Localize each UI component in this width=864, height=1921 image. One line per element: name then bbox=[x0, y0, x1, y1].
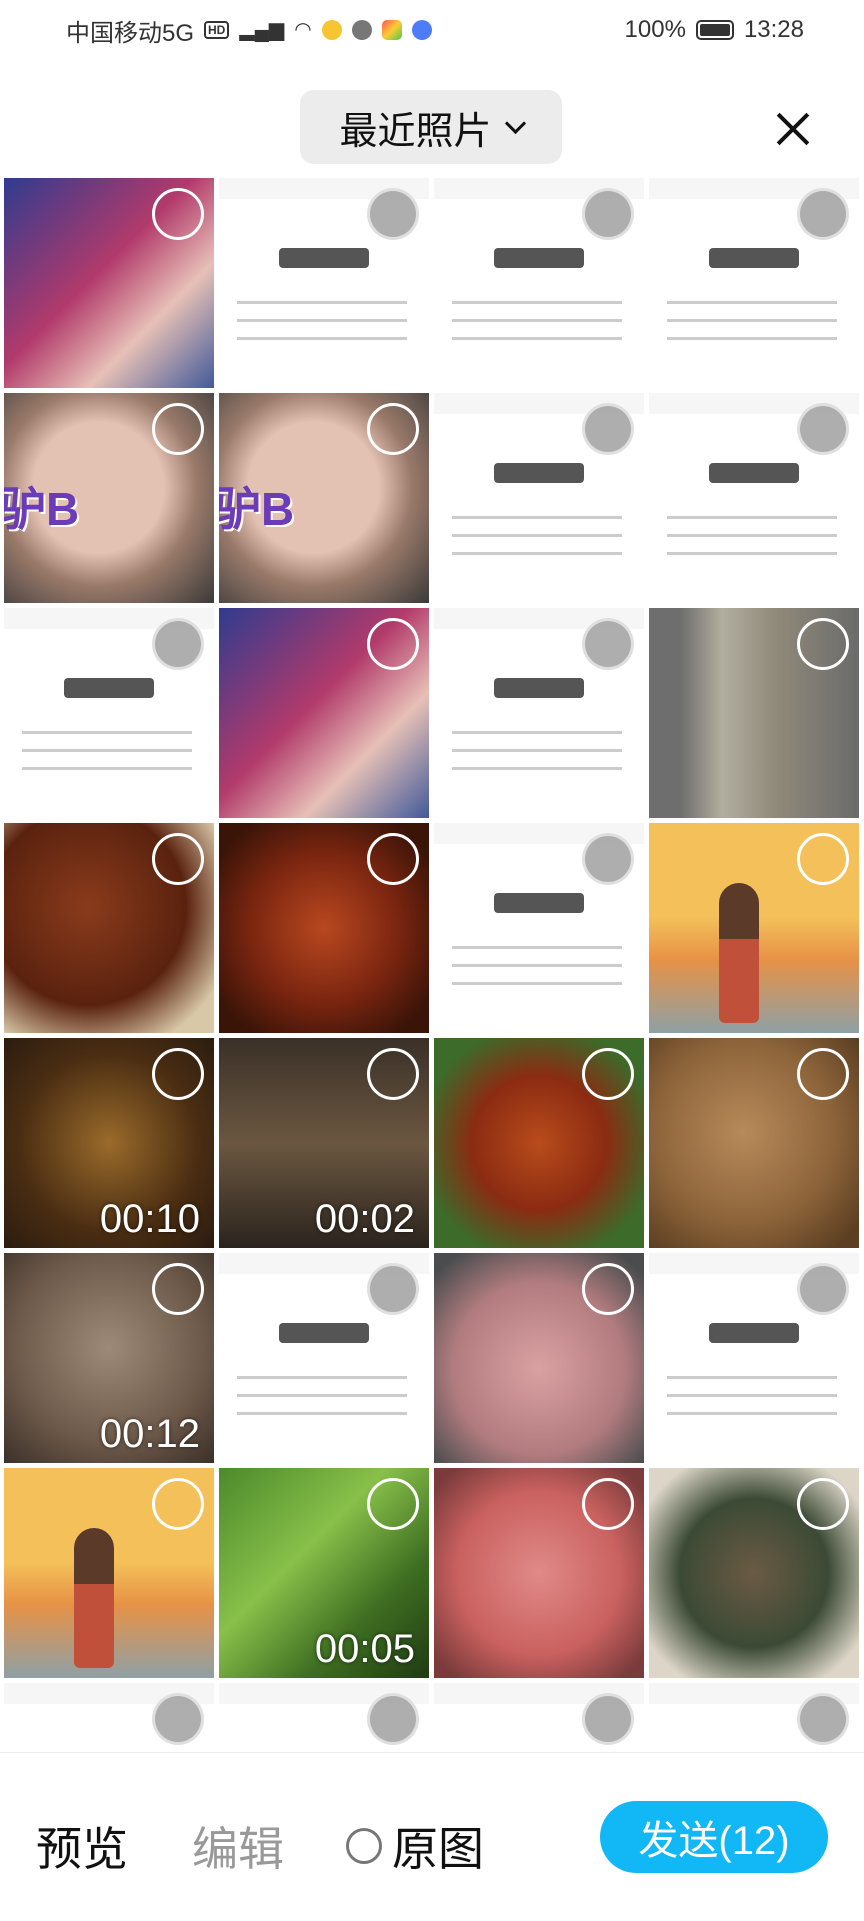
photo-thumbnail[interactable] bbox=[219, 1683, 429, 1752]
preview-button[interactable]: 预览 bbox=[36, 1813, 128, 1879]
select-circle-icon[interactable] bbox=[582, 1263, 634, 1315]
bottom-action-bar: 预览 编辑 原图 发送(12) bbox=[0, 1752, 864, 1921]
select-circle-icon[interactable] bbox=[797, 833, 849, 885]
carrier-label: 中国移动5G bbox=[66, 19, 195, 47]
select-circle-icon[interactable] bbox=[582, 188, 634, 240]
photo-thumbnail[interactable] bbox=[4, 608, 214, 818]
photo-thumbnail[interactable] bbox=[649, 608, 859, 818]
photo-thumbnail[interactable] bbox=[219, 393, 429, 603]
original-toggle[interactable]: 原图 bbox=[346, 1813, 484, 1879]
select-circle-icon[interactable] bbox=[152, 1693, 204, 1745]
send-button[interactable]: 发送(12) bbox=[600, 1801, 828, 1873]
select-circle-icon[interactable] bbox=[152, 403, 204, 455]
photo-thumbnail[interactable] bbox=[434, 393, 644, 603]
select-circle-icon[interactable] bbox=[152, 618, 204, 670]
photo-thumbnail[interactable] bbox=[434, 1468, 644, 1678]
close-icon[interactable] bbox=[770, 105, 820, 155]
select-circle-icon[interactable] bbox=[582, 1693, 634, 1745]
status-right: 100% 13:28 bbox=[625, 16, 804, 44]
video-thumbnail[interactable]: 00:02 bbox=[219, 1038, 429, 1248]
select-circle-icon[interactable] bbox=[367, 403, 419, 455]
video-thumbnail[interactable]: 00:12 bbox=[4, 1253, 214, 1463]
original-label: 原图 bbox=[392, 1823, 484, 1875]
chevron-down-icon bbox=[504, 112, 526, 134]
select-circle-icon[interactable] bbox=[152, 1478, 204, 1530]
photo-thumbnail[interactable] bbox=[434, 823, 644, 1033]
video-duration: 00:05 bbox=[314, 1627, 415, 1671]
photo-thumbnail[interactable] bbox=[649, 823, 859, 1033]
photo-thumbnail[interactable] bbox=[649, 393, 859, 603]
status-left: 中国移动5G HD ▂▄▆ ◠ bbox=[66, 13, 432, 48]
select-circle-icon[interactable] bbox=[367, 833, 419, 885]
signal-icon: ▂▄▆ bbox=[239, 19, 285, 41]
select-circle-icon[interactable] bbox=[367, 188, 419, 240]
photo-thumbnail[interactable] bbox=[434, 178, 644, 388]
select-circle-icon[interactable] bbox=[582, 1478, 634, 1530]
select-circle-icon[interactable] bbox=[367, 1263, 419, 1315]
browser-icon bbox=[351, 20, 372, 40]
video-duration: 00:12 bbox=[99, 1412, 200, 1456]
select-circle-icon[interactable] bbox=[582, 618, 634, 670]
select-circle-icon[interactable] bbox=[152, 1263, 204, 1315]
select-circle-icon[interactable] bbox=[797, 618, 849, 670]
photo-thumbnail[interactable] bbox=[219, 178, 429, 388]
hd-icon: HD bbox=[204, 21, 230, 39]
photo-thumbnail[interactable] bbox=[4, 393, 214, 603]
clock: 13:28 bbox=[743, 16, 804, 43]
video-duration: 00:02 bbox=[314, 1197, 415, 1241]
select-circle-icon[interactable] bbox=[152, 833, 204, 885]
photo-thumbnail[interactable] bbox=[649, 178, 859, 388]
music-icon bbox=[411, 20, 432, 40]
photo-thumbnail[interactable] bbox=[434, 1683, 644, 1752]
select-circle-icon[interactable] bbox=[582, 833, 634, 885]
select-circle-icon[interactable] bbox=[797, 1048, 849, 1100]
photo-thumbnail[interactable] bbox=[219, 608, 429, 818]
photo-thumbnail[interactable] bbox=[4, 1683, 214, 1752]
wifi-icon: ◠ bbox=[294, 19, 312, 41]
select-circle-icon[interactable] bbox=[582, 403, 634, 455]
select-circle-icon[interactable] bbox=[367, 1048, 419, 1100]
video-duration: 00:10 bbox=[99, 1197, 200, 1241]
photo-thumbnail[interactable] bbox=[434, 1038, 644, 1248]
photo-thumbnail[interactable] bbox=[434, 608, 644, 818]
select-circle-icon[interactable] bbox=[582, 1048, 634, 1100]
battery-icon bbox=[695, 20, 734, 40]
photo-thumbnail[interactable] bbox=[434, 1253, 644, 1463]
select-circle-icon[interactable] bbox=[367, 1693, 419, 1745]
photo-thumbnail[interactable] bbox=[649, 1038, 859, 1248]
header: 最近照片 bbox=[0, 80, 864, 170]
photo-thumbnail[interactable] bbox=[649, 1253, 859, 1463]
album-title: 最近照片 bbox=[339, 110, 492, 153]
app-notification-icon bbox=[321, 20, 342, 40]
select-circle-icon[interactable] bbox=[367, 618, 419, 670]
select-circle-icon[interactable] bbox=[797, 1693, 849, 1745]
photo-thumbnail[interactable] bbox=[649, 1468, 859, 1678]
select-circle-icon[interactable] bbox=[797, 1478, 849, 1530]
battery-percent: 100% bbox=[624, 16, 686, 43]
select-circle-icon[interactable] bbox=[797, 403, 849, 455]
photo-grid: 00:10 00:02 00:12 00:05 bbox=[4, 178, 860, 1752]
send-label: 发送(12) bbox=[638, 1819, 790, 1863]
photo-thumbnail[interactable] bbox=[219, 1253, 429, 1463]
edit-button[interactable]: 编辑 bbox=[192, 1813, 284, 1879]
album-selector[interactable]: 最近照片 bbox=[300, 90, 562, 164]
photo-thumbnail[interactable] bbox=[219, 823, 429, 1033]
photo-thumbnail[interactable] bbox=[4, 823, 214, 1033]
select-circle-icon[interactable] bbox=[797, 188, 849, 240]
select-circle-icon[interactable] bbox=[797, 1263, 849, 1315]
select-circle-icon[interactable] bbox=[367, 1478, 419, 1530]
video-thumbnail[interactable]: 00:05 bbox=[219, 1468, 429, 1678]
original-radio-icon[interactable] bbox=[346, 1828, 382, 1864]
photo-thumbnail[interactable] bbox=[4, 1468, 214, 1678]
gallery-app-icon bbox=[381, 20, 402, 40]
select-circle-icon[interactable] bbox=[152, 1048, 204, 1100]
video-thumbnail[interactable]: 00:10 bbox=[4, 1038, 214, 1248]
status-bar: 中国移动5G HD ▂▄▆ ◠ 100% 13:28 bbox=[0, 0, 864, 60]
select-circle-icon[interactable] bbox=[152, 188, 204, 240]
photo-thumbnail[interactable] bbox=[4, 178, 214, 388]
photo-thumbnail[interactable] bbox=[649, 1683, 859, 1752]
